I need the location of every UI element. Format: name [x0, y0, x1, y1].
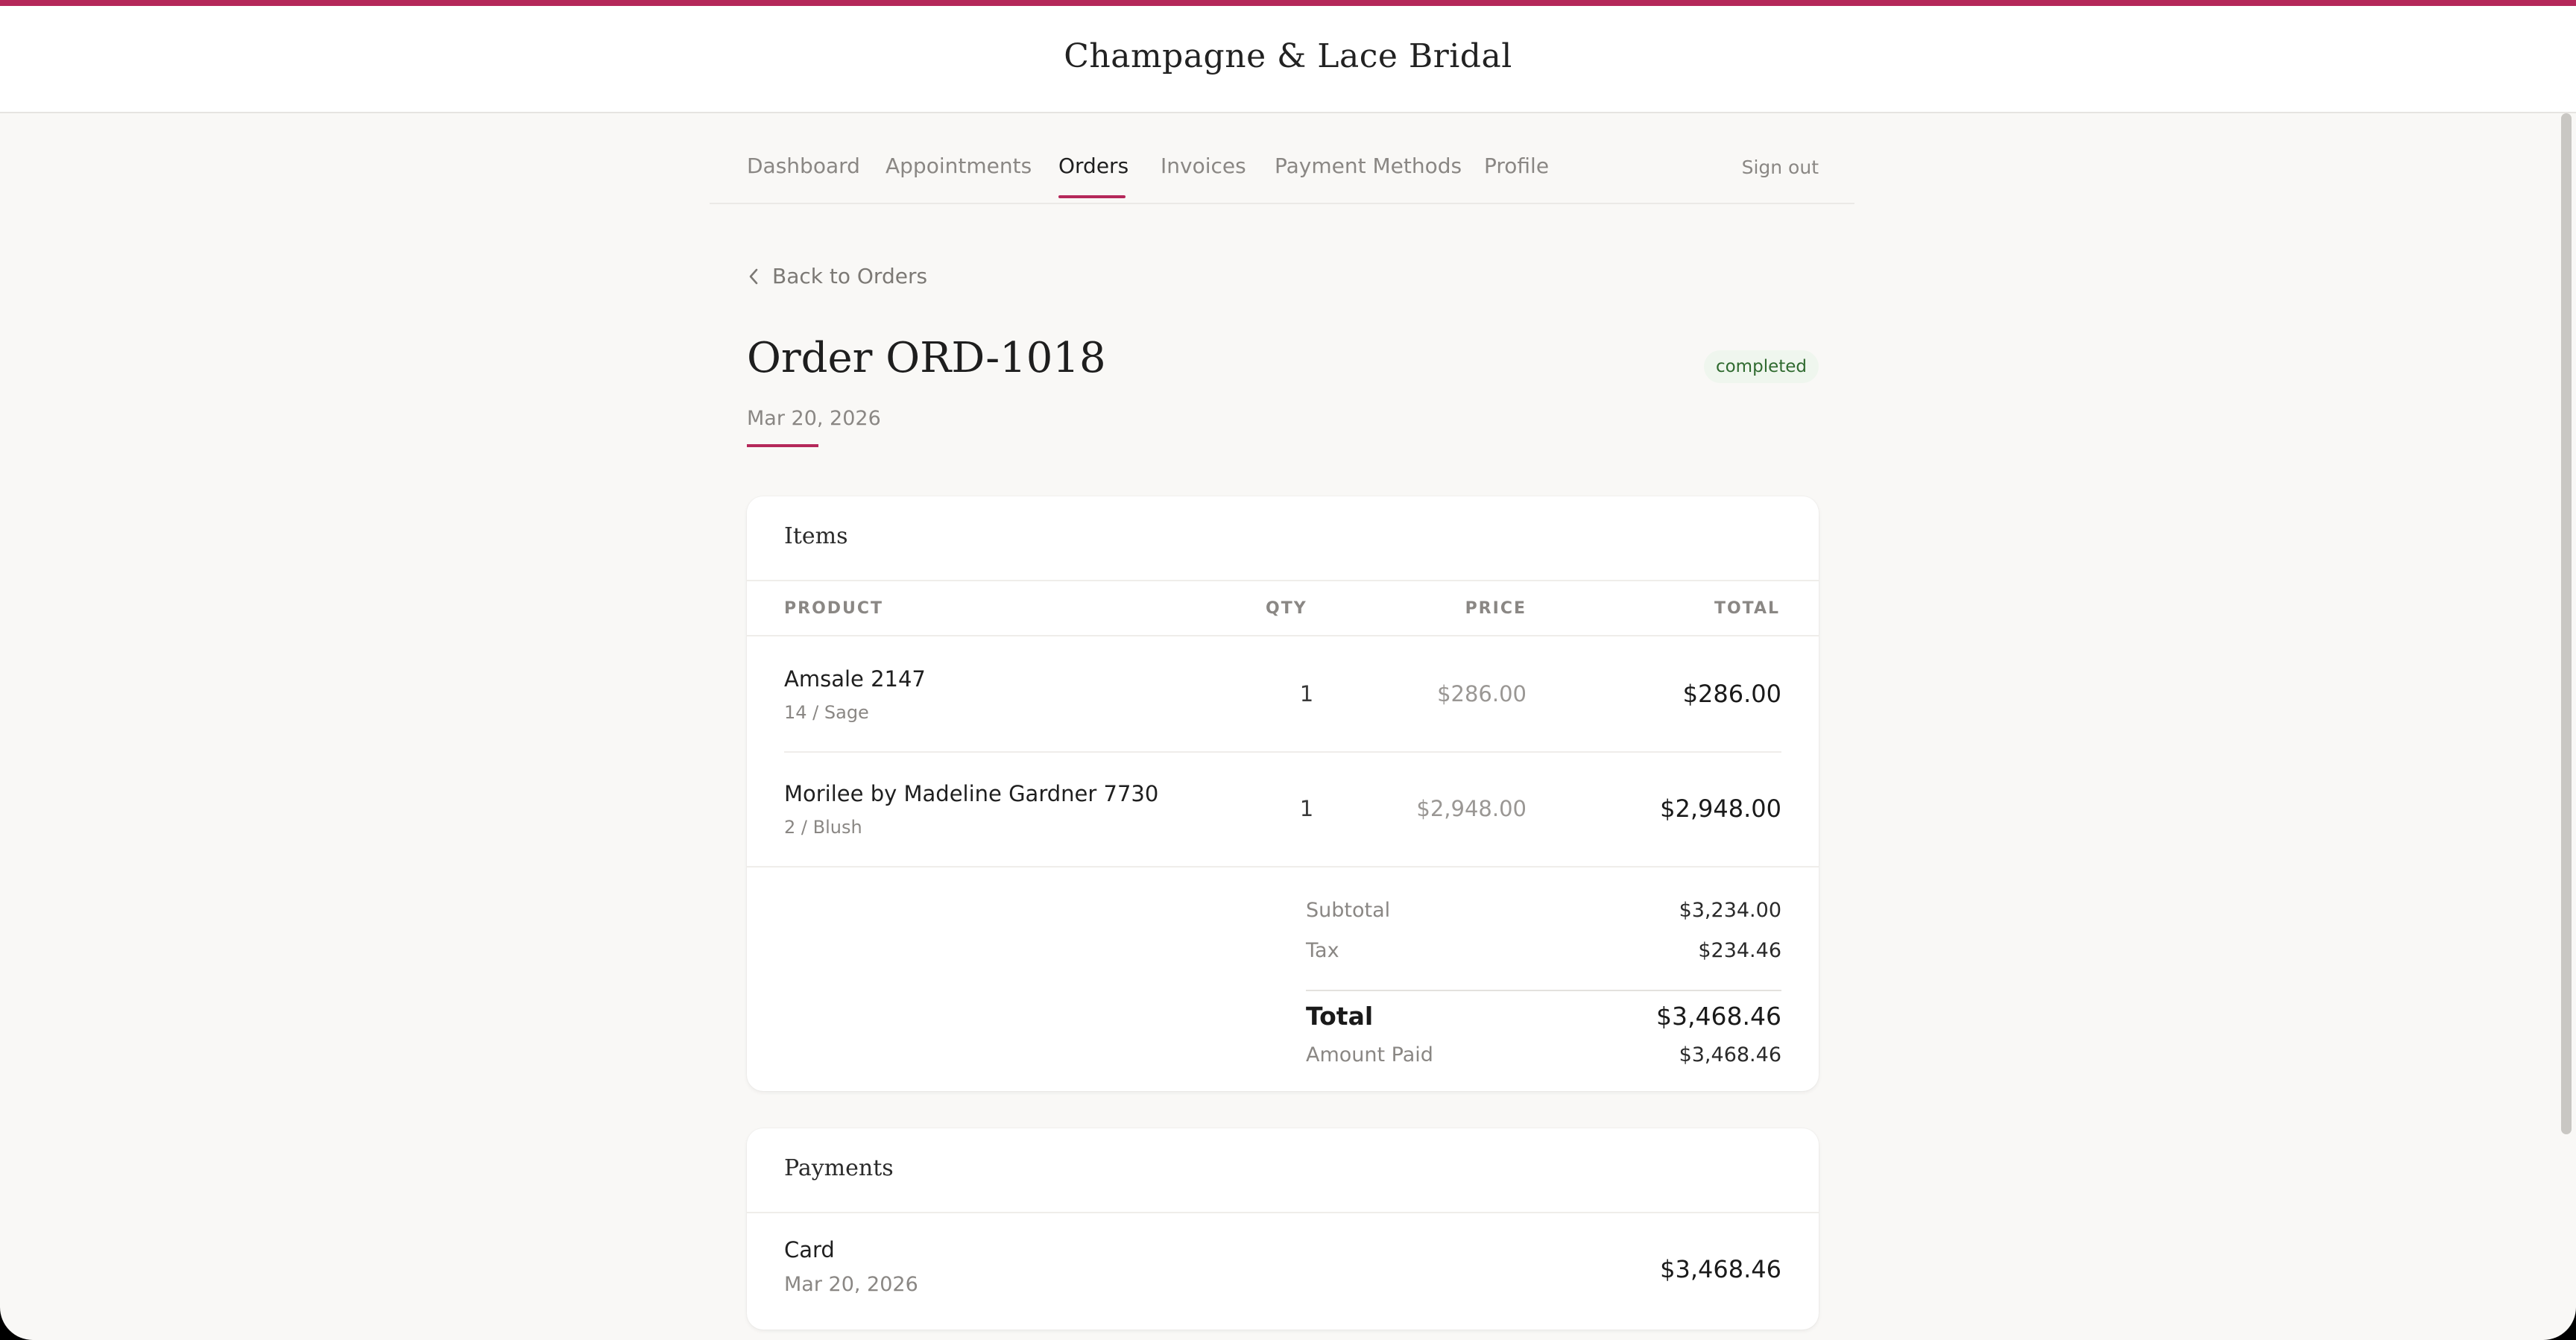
column-header-total: TOTAL	[1714, 599, 1780, 618]
sign-out-link[interactable]: Sign out	[1742, 157, 1819, 178]
summary-tax: Tax $234.46	[1306, 939, 1781, 962]
back-to-orders-link[interactable]: Back to Orders	[748, 264, 927, 288]
summary-divider	[1306, 990, 1781, 991]
site-header: Champagne & Lace Bridal	[0, 6, 2576, 113]
nav-active-underline	[1058, 195, 1126, 198]
summary-total-value: $3,468.46	[1656, 1002, 1781, 1031]
scrollbar[interactable]	[2561, 113, 2572, 1134]
account-nav: Dashboard Appointments Orders Invoices P…	[710, 113, 1854, 204]
back-link-label: Back to Orders	[772, 264, 928, 288]
nav-item-orders[interactable]: Orders	[1058, 154, 1128, 178]
title-underline	[747, 444, 818, 447]
accent-bar	[0, 0, 2576, 6]
order-date: Mar 20, 2026	[747, 407, 881, 430]
summary-tax-label: Tax	[1306, 939, 1339, 962]
table-row: Morilee by Madeline Gardner 7730 2 / Blu…	[784, 751, 1781, 866]
items-card-header: Items	[747, 496, 1819, 581]
summary-tax-value: $234.46	[1698, 939, 1781, 962]
summary-paid-value: $3,468.46	[1679, 1043, 1781, 1066]
table-header: PRODUCT QTY PRICE TOTAL	[747, 581, 1819, 636]
column-header-price: PRICE	[1465, 599, 1527, 618]
status-badge: completed	[1703, 350, 1819, 383]
column-header-product: PRODUCT	[784, 599, 884, 618]
items-card-title: Items	[784, 523, 848, 549]
product-name: Morilee by Madeline Gardner 7730	[784, 781, 1159, 806]
column-header-qty: QTY	[1266, 599, 1307, 618]
product-price: $2,948.00	[1416, 796, 1527, 821]
summary-subtotal-value: $3,234.00	[1679, 899, 1781, 922]
payment-method: Card	[784, 1237, 835, 1262]
product-qty: 1	[1299, 796, 1314, 821]
nav-item-dashboard[interactable]: Dashboard	[747, 154, 860, 178]
payments-card-title: Payments	[784, 1155, 894, 1181]
table-row: Amsale 2147 14 / Sage 1 $286.00 $286.00	[784, 636, 1781, 753]
product-name: Amsale 2147	[784, 666, 926, 692]
payment-row: Card Mar 20, 2026 $3,468.46	[784, 1213, 1781, 1330]
summary-subtotal-label: Subtotal	[1306, 899, 1391, 922]
payment-amount: $3,468.46	[1660, 1255, 1781, 1283]
payment-date: Mar 20, 2026	[784, 1273, 918, 1296]
nav-item-invoices[interactable]: Invoices	[1161, 154, 1246, 178]
payments-card-header: Payments	[747, 1128, 1819, 1213]
nav-item-appointments[interactable]: Appointments	[886, 154, 1032, 178]
order-summary: Subtotal $3,234.00 Tax $234.46 Total $3,…	[747, 866, 1819, 1091]
items-card: Items PRODUCT QTY PRICE TOTAL Amsale 214…	[747, 496, 1819, 1091]
line-total: $286.00	[1682, 680, 1781, 708]
nav-item-profile[interactable]: Profile	[1484, 154, 1549, 178]
product-qty: 1	[1299, 681, 1314, 707]
chevron-left-icon	[748, 268, 759, 285]
page-title: Order ORD-1018	[747, 334, 1106, 382]
summary-amount-paid: Amount Paid $3,468.46	[1306, 1043, 1781, 1066]
summary-total-label: Total	[1306, 1002, 1374, 1031]
browser-viewport: Champagne & Lace Bridal Dashboard Appoin…	[0, 0, 2576, 1340]
site-title[interactable]: Champagne & Lace Bridal	[1064, 37, 1512, 75]
product-price: $286.00	[1437, 681, 1527, 707]
product-variant: 14 / Sage	[784, 702, 869, 723]
summary-subtotal: Subtotal $3,234.00	[1306, 899, 1781, 922]
product-variant: 2 / Blush	[784, 817, 862, 838]
nav-item-payment-methods[interactable]: Payment Methods	[1275, 154, 1462, 178]
payments-card: Payments Card Mar 20, 2026 $3,468.46	[747, 1128, 1819, 1330]
summary-total: Total $3,468.46	[1306, 1002, 1781, 1031]
line-total: $2,948.00	[1660, 794, 1781, 823]
summary-paid-label: Amount Paid	[1306, 1043, 1433, 1066]
